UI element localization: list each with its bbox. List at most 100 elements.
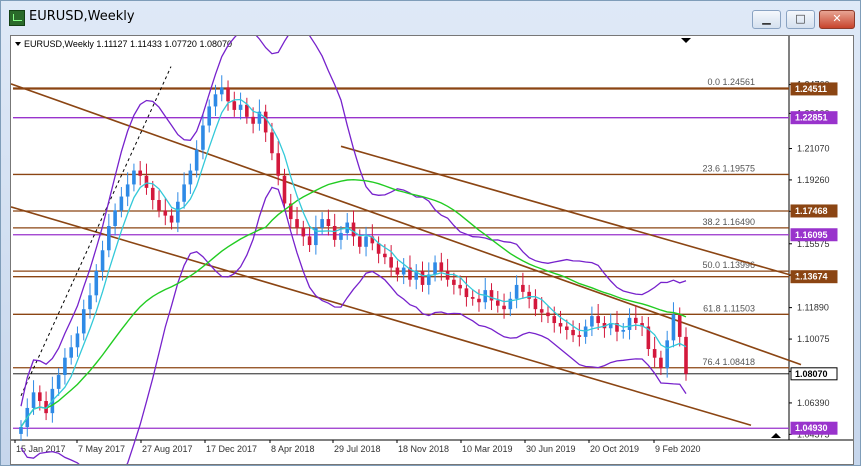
candle-body xyxy=(445,271,450,280)
time-tick-label: 7 May 2017 xyxy=(78,444,125,454)
candle-body xyxy=(477,298,481,303)
candle-body xyxy=(357,236,362,247)
candle-body xyxy=(552,316,557,324)
candle-body xyxy=(470,297,475,299)
price-tick-label: 1.10075 xyxy=(797,334,830,344)
candle-body xyxy=(75,333,80,348)
candle-body xyxy=(389,257,393,268)
candle-body xyxy=(439,262,444,272)
candle-body xyxy=(207,106,212,126)
candle-body xyxy=(307,236,312,246)
time-tick-label: 8 Apr 2018 xyxy=(271,444,315,454)
candle-body xyxy=(232,101,237,110)
candle-body xyxy=(659,357,663,369)
candle-body xyxy=(464,288,469,298)
candle-body xyxy=(571,329,575,336)
candle-body xyxy=(339,232,343,240)
time-tick-label: 17 Dec 2017 xyxy=(206,444,257,454)
candle-body xyxy=(38,392,42,402)
maximize-button[interactable]: □ xyxy=(786,10,815,29)
candle-body xyxy=(238,104,243,110)
time-tick-label: 29 Jul 2018 xyxy=(334,444,381,454)
candle-body xyxy=(213,94,218,107)
candle-body xyxy=(31,392,36,408)
candle-body xyxy=(182,184,186,202)
price-tick-label: 1.19260 xyxy=(797,175,830,185)
price-tag-label: 1.16095 xyxy=(795,230,828,240)
candle-body xyxy=(596,316,600,324)
candle-body xyxy=(125,184,130,197)
candle-body xyxy=(546,312,550,317)
fibonacci-level-label: 50.0 1.13996 xyxy=(702,260,755,270)
candle-body xyxy=(107,226,111,251)
candle-body xyxy=(665,340,669,369)
candle-body xyxy=(489,290,494,301)
candle-body xyxy=(590,316,594,327)
candle-body xyxy=(332,226,337,240)
candle-body xyxy=(251,116,255,124)
candle-body xyxy=(577,335,582,337)
candle-body xyxy=(295,219,299,228)
candle-body xyxy=(652,349,657,358)
candle-body xyxy=(100,250,105,272)
chart-shift-marker-icon xyxy=(771,433,781,438)
close-button[interactable]: ✕ xyxy=(819,10,855,29)
candle-body xyxy=(188,170,193,185)
fibonacci-level-label: 23.6 1.19575 xyxy=(702,163,755,173)
price-tag-label: 1.17468 xyxy=(795,206,828,216)
fibonacci-level-label: 76.4 1.08418 xyxy=(702,357,755,367)
candle-body xyxy=(558,323,563,327)
candle-body xyxy=(113,210,117,227)
candle-body xyxy=(19,427,23,434)
candle-body xyxy=(69,347,73,358)
candle-body xyxy=(320,219,324,228)
price-tag-label: 1.04930 xyxy=(795,423,828,433)
price-tag-label: 1.13674 xyxy=(795,272,828,282)
candle-body xyxy=(458,284,462,289)
candle-body xyxy=(514,284,519,299)
candle-body xyxy=(684,336,688,374)
dashed-trend-line xyxy=(20,66,172,397)
channel-line xyxy=(11,206,752,427)
candle-body xyxy=(282,175,287,204)
candle-body xyxy=(301,227,306,237)
price-tick-label: 1.11890 xyxy=(797,303,829,313)
price-tick-label: 1.21070 xyxy=(797,144,830,154)
candle-body xyxy=(627,317,632,330)
candle-body xyxy=(326,219,331,227)
chart-plot-area[interactable]: EURUSD,Weekly 1.11127 1.11433 1.07720 1.… xyxy=(10,35,854,465)
candle-body xyxy=(671,314,676,341)
candle-body xyxy=(539,309,544,313)
candle-body xyxy=(119,196,124,211)
time-tick-label: 10 Mar 2019 xyxy=(462,444,513,454)
time-tick-label: 18 Nov 2018 xyxy=(398,444,449,454)
candle-body xyxy=(219,87,224,95)
candle-body xyxy=(495,300,500,306)
candle-body xyxy=(276,153,281,176)
candle-body xyxy=(565,326,569,330)
candle-body xyxy=(263,111,268,133)
chart-window: EURUSD,Weekly ▁ □ ✕ EURUSD,Weekly 1.1112… xyxy=(0,0,861,466)
candle-body xyxy=(621,329,626,332)
candle-body xyxy=(677,314,682,337)
candle-body xyxy=(138,170,142,176)
price-tag-label: 1.22851 xyxy=(795,113,828,123)
candle-body xyxy=(583,326,588,337)
period-separator-marker-icon xyxy=(681,38,691,43)
candle-body xyxy=(420,271,425,285)
candle-body xyxy=(401,267,406,275)
time-tick-label: 30 Jun 2019 xyxy=(526,444,576,454)
title-bar[interactable]: EURUSD,Weekly ▁ □ ✕ xyxy=(1,1,860,33)
candle-body xyxy=(163,210,168,216)
candle-body xyxy=(395,267,400,275)
symbol-menu-arrow-icon xyxy=(15,42,21,46)
candle-body xyxy=(527,291,531,299)
minimize-button[interactable]: ▁ xyxy=(752,10,781,29)
candle-body xyxy=(270,132,274,154)
price-chart[interactable]: EURUSD,Weekly 1.11127 1.11433 1.07720 1.… xyxy=(11,36,853,464)
candle-body xyxy=(81,309,86,334)
candle-body xyxy=(533,298,538,310)
fibonacci-level-label: 0.0 1.24561 xyxy=(707,77,755,87)
symbol-info-label: EURUSD,Weekly 1.11127 1.11433 1.07720 1.… xyxy=(24,39,232,49)
candle-body xyxy=(63,357,67,376)
